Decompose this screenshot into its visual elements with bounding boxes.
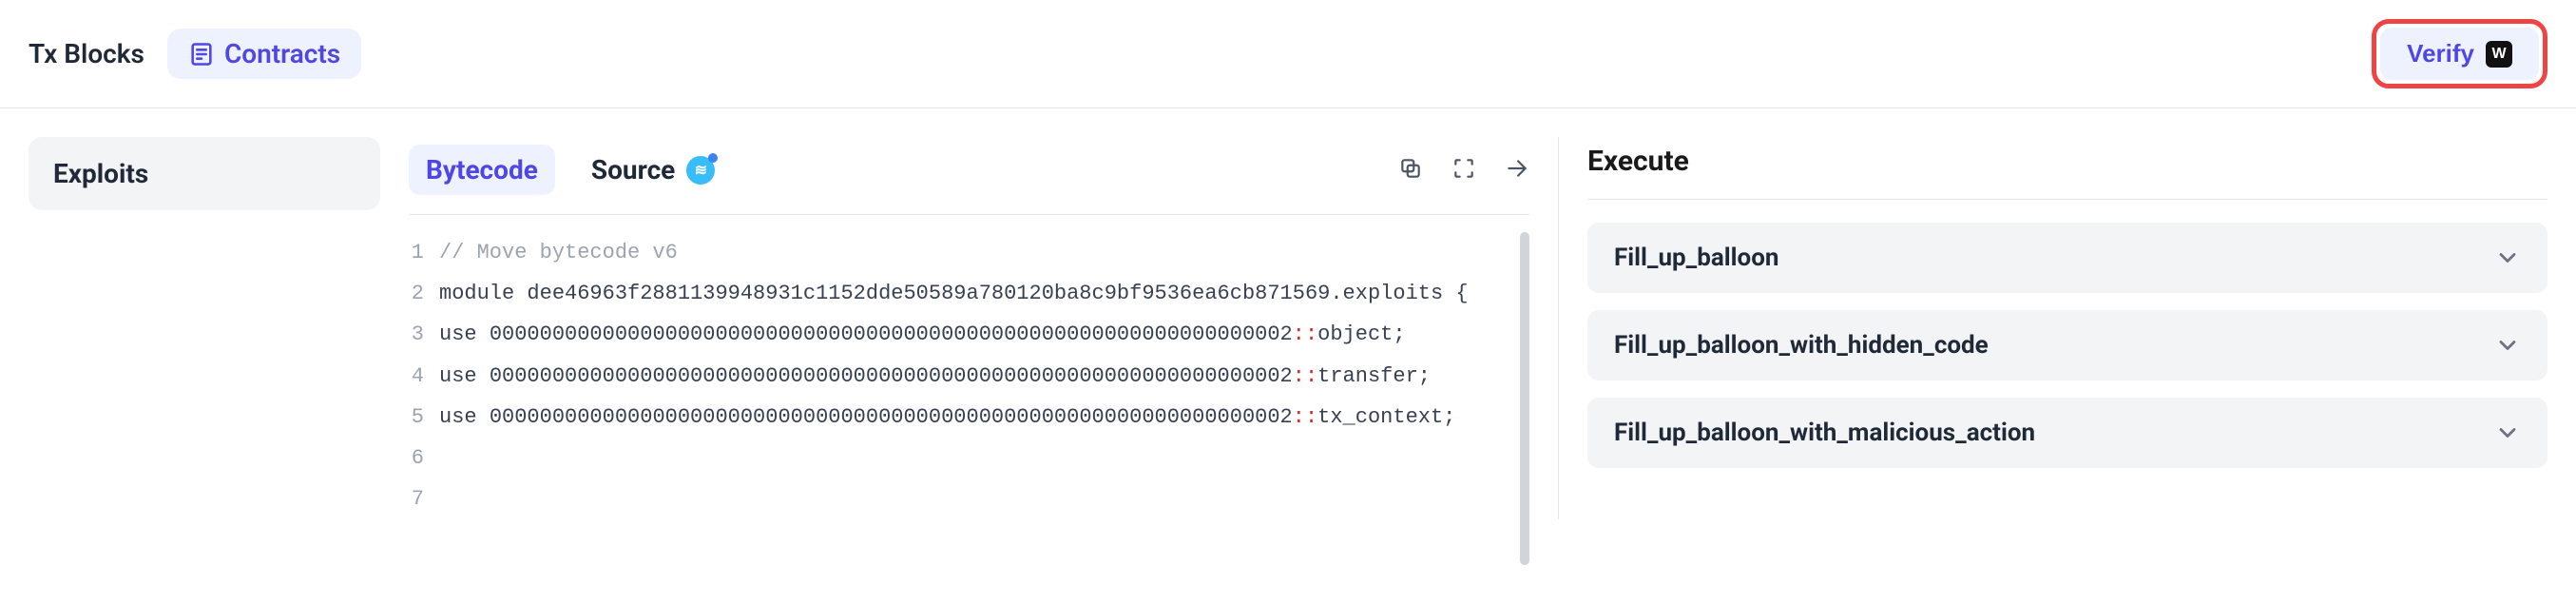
- verify-badge-icon: W: [2486, 41, 2512, 68]
- execute-item[interactable]: Fill_up_balloon_with_hidden_code: [1587, 310, 2547, 381]
- code-segment: 0000000000000000000000000000000000000000…: [490, 364, 1293, 388]
- code-line: use 000000000000000000000000000000000000…: [439, 318, 1529, 351]
- code-row: 1// Move bytecode v6: [409, 232, 1529, 273]
- main-area: Exploits Bytecode Source ≋: [0, 108, 2576, 548]
- code-row: 6: [409, 438, 1529, 478]
- code-actions: [1398, 156, 1529, 185]
- verify-button[interactable]: Verify W: [2380, 28, 2539, 80]
- tab-contracts[interactable]: Contracts: [167, 29, 361, 79]
- chevron-down-icon: [2494, 332, 2521, 359]
- code-tab-bytecode[interactable]: Bytecode: [409, 145, 555, 195]
- code-segment: tx_context;: [1317, 405, 1455, 429]
- scrollbar[interactable]: [1520, 232, 1529, 565]
- copy-icon[interactable]: [1398, 156, 1423, 185]
- verify-button-label: Verify: [2407, 39, 2474, 68]
- code-line: module dee46963f2881139948931c1152dde505…: [439, 277, 1529, 310]
- code-tabs: Bytecode Source ≋: [409, 145, 732, 195]
- tab-tx-blocks[interactable]: Tx Blocks: [29, 38, 144, 69]
- code-segment: use: [439, 405, 490, 429]
- code-segment: transfer;: [1317, 364, 1431, 388]
- contracts-icon: [188, 41, 215, 68]
- code-segment: module dee46963f2881139948931c1152dde505…: [439, 282, 1469, 305]
- code-segment: ::: [1293, 405, 1317, 429]
- tab-contracts-label: Contracts: [224, 38, 340, 69]
- line-number: 7: [409, 482, 439, 516]
- code-line: [439, 482, 1529, 516]
- code-line: [439, 441, 1529, 475]
- execute-item-label: Fill_up_balloon: [1614, 244, 1778, 272]
- line-number: 2: [409, 277, 439, 310]
- code-tab-source-label: Source: [591, 154, 675, 185]
- line-number: 3: [409, 318, 439, 351]
- execute-panel: Execute Fill_up_balloon Fill_up_balloon_w…: [1559, 137, 2547, 519]
- execute-item-label: Fill_up_balloon_with_hidden_code: [1614, 331, 1989, 360]
- code-panel-header: Bytecode Source ≋: [409, 137, 1529, 215]
- line-number: 4: [409, 360, 439, 393]
- arrow-right-icon[interactable]: [1505, 156, 1529, 185]
- code-row: 4use 00000000000000000000000000000000000…: [409, 356, 1529, 397]
- code-segment: 0000000000000000000000000000000000000000…: [490, 322, 1293, 346]
- line-number: 6: [409, 441, 439, 475]
- sidebar-item-label: Exploits: [53, 158, 148, 189]
- expand-icon[interactable]: [1451, 156, 1476, 185]
- code-segment: // Move bytecode v6: [439, 241, 678, 264]
- code-row: 5use 00000000000000000000000000000000000…: [409, 397, 1529, 438]
- header-left: Tx Blocks Contracts: [29, 29, 361, 79]
- execute-item[interactable]: Fill_up_balloon: [1587, 223, 2547, 293]
- code-segment: use: [439, 322, 490, 346]
- sidebar-item-exploits[interactable]: Exploits: [29, 137, 380, 210]
- verify-highlight: Verify W: [2372, 19, 2547, 88]
- line-number: 5: [409, 400, 439, 434]
- chevron-down-icon: [2494, 244, 2521, 271]
- sidebar: Exploits: [29, 137, 380, 519]
- source-badge-icon: ≋: [686, 156, 715, 185]
- code-segment: 0000000000000000000000000000000000000000…: [490, 405, 1293, 429]
- code-segment: use: [439, 364, 490, 388]
- code-segment: ::: [1293, 322, 1317, 346]
- code-row: 7: [409, 478, 1529, 519]
- code-area: 1// Move bytecode v62module dee46963f288…: [409, 215, 1529, 519]
- code-line: // Move bytecode v6: [439, 236, 1529, 269]
- execute-item[interactable]: Fill_up_balloon_with_malicious_action: [1587, 398, 2547, 468]
- line-number: 1: [409, 236, 439, 269]
- code-panel: Bytecode Source ≋ 1// Move byt: [380, 137, 1559, 519]
- code-segment: ::: [1293, 364, 1317, 388]
- code-row: 2module dee46963f2881139948931c1152dde50…: [409, 273, 1529, 314]
- code-tab-source[interactable]: Source ≋: [574, 145, 732, 195]
- chevron-down-icon: [2494, 420, 2521, 446]
- execute-item-label: Fill_up_balloon_with_malicious_action: [1614, 419, 2035, 447]
- code-line: use 000000000000000000000000000000000000…: [439, 360, 1529, 393]
- code-row: 3use 00000000000000000000000000000000000…: [409, 314, 1529, 355]
- header-bar: Tx Blocks Contracts Verify W: [0, 0, 2576, 108]
- code-line: use 000000000000000000000000000000000000…: [439, 400, 1529, 434]
- code-segment: object;: [1317, 322, 1405, 346]
- execute-title: Execute: [1587, 137, 2547, 200]
